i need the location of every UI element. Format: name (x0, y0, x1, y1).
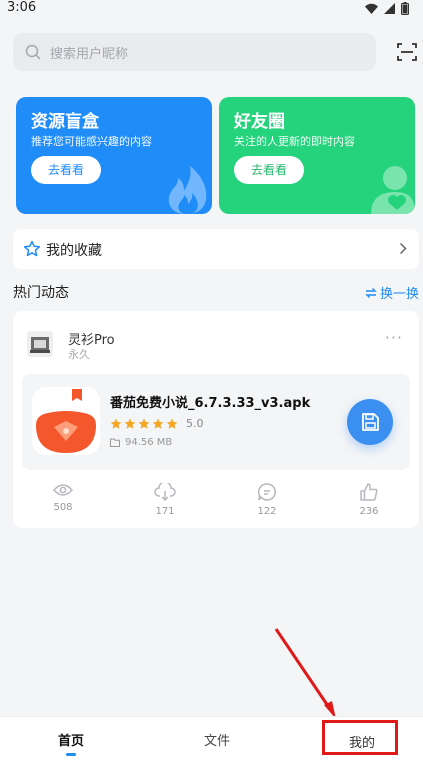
feed-post-card[interactable]: 灵衫Pro 永久 ··· 番茄免费小说_6.7.3.33_v3.apk 5.0 … (13, 311, 419, 528)
flame-icon (168, 166, 207, 214)
save-button[interactable] (347, 399, 393, 445)
card-subtitle: 推荐您可能感兴趣的内容 (31, 135, 152, 148)
status-bar: 3:06 (0, 0, 423, 22)
swap-icon (365, 287, 377, 298)
avatar-image (27, 331, 53, 357)
apk-file-name: 番茄免费小说_6.7.3.33_v3.apk (110, 396, 311, 411)
nav-home[interactable]: 首页 (58, 730, 84, 749)
refresh-button[interactable]: 换一换 (365, 283, 419, 302)
card-subtitle: 关注的人更新的即时内容 (234, 135, 355, 148)
nav-files[interactable]: 文件 (204, 730, 230, 749)
star-icon (152, 418, 164, 429)
downloads-stat[interactable]: 171 (135, 483, 195, 517)
hot-feed-title: 热门动态 (13, 285, 69, 301)
avatar[interactable] (27, 331, 53, 357)
comments-count: 122 (257, 506, 277, 517)
search-input[interactable]: 搜索用户昵称 (13, 33, 376, 71)
refresh-label: 换一换 (379, 287, 419, 302)
my-favorites-label: 我的收藏 (46, 243, 102, 259)
star-icon (124, 418, 136, 429)
signal-icon (384, 3, 395, 14)
apk-attachment[interactable]: 番茄免费小说_6.7.3.33_v3.apk 5.0 94.56 MB (22, 374, 410, 470)
friend-heart-icon (371, 166, 415, 214)
views-stat[interactable]: 508 (33, 483, 93, 513)
eye-icon (53, 484, 73, 496)
status-time: 3:06 (7, 0, 37, 15)
file-size-row: 94.56 MB (110, 437, 172, 448)
friends-circle-card[interactable]: 好友圈 关注的人更新的即时内容 去看看 (219, 97, 415, 214)
wifi-icon (365, 3, 378, 14)
downloads-count: 171 (155, 506, 175, 517)
thumbs-up-icon (360, 483, 378, 501)
card-title: 资源盲盒 (31, 112, 99, 132)
nav-active-indicator (66, 753, 76, 756)
more-options-icon[interactable]: ··· (385, 330, 403, 346)
resource-box-view-button[interactable]: 去看看 (31, 156, 101, 184)
folder-icon (110, 438, 120, 447)
battery-icon (401, 2, 409, 15)
save-icon (362, 413, 379, 431)
file-size: 94.56 MB (125, 437, 173, 448)
annotation-highlight-box (322, 720, 398, 755)
my-favorites-row[interactable]: 我的收藏 (13, 229, 419, 269)
rating-value: 5.0 (186, 417, 204, 430)
cloud-download-icon (154, 483, 176, 501)
card-title: 好友圈 (234, 112, 285, 132)
likes-count: 236 (359, 506, 379, 517)
views-count: 508 (53, 502, 73, 513)
status-icons (365, 2, 409, 15)
search-icon (25, 44, 41, 60)
star-outline-icon (23, 240, 41, 257)
search-placeholder: 搜索用户昵称 (50, 47, 129, 62)
star-icon (110, 418, 122, 429)
post-subtitle: 永久 (68, 348, 90, 361)
comments-stat[interactable]: 122 (237, 483, 297, 517)
star-icon (138, 418, 150, 429)
app-icon (32, 387, 100, 455)
scan-icon[interactable] (397, 43, 417, 61)
annotation-arrow (274, 628, 336, 719)
friends-circle-view-button[interactable]: 去看看 (234, 156, 304, 184)
rating-stars: 5.0 (110, 417, 204, 430)
post-stats: 508 171 122 236 (13, 483, 419, 523)
comment-icon (258, 483, 276, 501)
likes-stat[interactable]: 236 (339, 483, 399, 517)
resource-box-card[interactable]: 资源盲盒 推荐您可能感兴趣的内容 去看看 (16, 97, 212, 214)
chevron-right-icon (399, 242, 407, 255)
star-icon (166, 418, 178, 429)
